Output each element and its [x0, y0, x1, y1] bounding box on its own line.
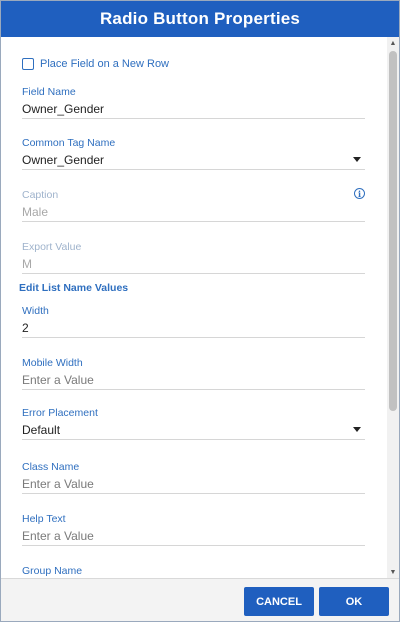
chevron-down-icon[interactable] — [353, 157, 361, 162]
dialog-title: Radio Button Properties — [1, 1, 399, 37]
width-input[interactable]: 2 — [22, 320, 365, 338]
error-placement-group: Error Placement Default — [22, 407, 365, 440]
ok-button[interactable]: OK — [319, 587, 389, 616]
common-tag-name-label: Common Tag Name — [22, 137, 116, 149]
class-name-group: Class Name Enter a Value — [22, 461, 365, 494]
class-name-input[interactable]: Enter a Value — [22, 476, 365, 494]
error-placement-value: Default — [22, 423, 61, 437]
error-placement-select[interactable]: Default — [22, 422, 365, 440]
common-tag-name-group: Common Tag Name Owner_Gender — [22, 137, 365, 170]
radio-button-properties-dialog: Radio Button Properties Place Field on a… — [0, 0, 400, 622]
field-name-group: Field Name Owner_Gender — [22, 86, 365, 119]
help-text-label: Help Text — [22, 513, 66, 525]
field-name-label: Field Name — [22, 86, 76, 98]
edit-list-name-values-link[interactable]: Edit List Name Values — [19, 282, 128, 294]
info-icon[interactable]: i — [354, 188, 365, 199]
error-placement-label: Error Placement — [22, 407, 98, 419]
scroll-up-icon[interactable]: ▲ — [387, 37, 399, 49]
width-label: Width — [22, 305, 49, 317]
caption-label: Caption — [22, 189, 59, 201]
new-row-checkbox-row[interactable]: Place Field on a New Row — [22, 58, 169, 70]
scrollbar[interactable]: ▲ ▼ — [387, 37, 399, 578]
field-name-input[interactable]: Owner_Gender — [22, 101, 365, 119]
mobile-width-input[interactable]: Enter a Value — [22, 372, 365, 390]
common-tag-name-select[interactable]: Owner_Gender — [22, 152, 365, 170]
export-value-input: M — [22, 256, 365, 274]
class-name-label: Class Name — [22, 461, 80, 473]
width-group: Width 2 — [22, 305, 365, 338]
caption-group: Caption i Male — [22, 188, 365, 222]
properties-form: Place Field on a New Row Field Name Owne… — [1, 37, 387, 578]
scrollbar-thumb[interactable] — [389, 51, 397, 411]
cancel-button[interactable]: CANCEL — [244, 587, 314, 616]
new-row-checkbox[interactable] — [22, 58, 34, 70]
common-tag-name-value: Owner_Gender — [22, 153, 105, 167]
help-text-input[interactable]: Enter a Value — [22, 528, 365, 546]
mobile-width-group: Mobile Width Enter a Value — [22, 357, 365, 390]
new-row-checkbox-label[interactable]: Place Field on a New Row — [40, 58, 169, 70]
chevron-down-icon[interactable] — [353, 427, 361, 432]
group-name-group: Group Name — [22, 565, 365, 577]
export-value-group: Export Value M — [22, 241, 365, 274]
caption-input: Male — [22, 204, 365, 222]
mobile-width-label: Mobile Width — [22, 357, 83, 369]
dialog-footer: CANCEL OK — [1, 578, 399, 621]
scroll-down-icon[interactable]: ▼ — [387, 566, 399, 578]
export-value-label: Export Value — [22, 241, 82, 253]
help-text-group: Help Text Enter a Value — [22, 513, 365, 546]
group-name-label: Group Name — [22, 565, 83, 577]
